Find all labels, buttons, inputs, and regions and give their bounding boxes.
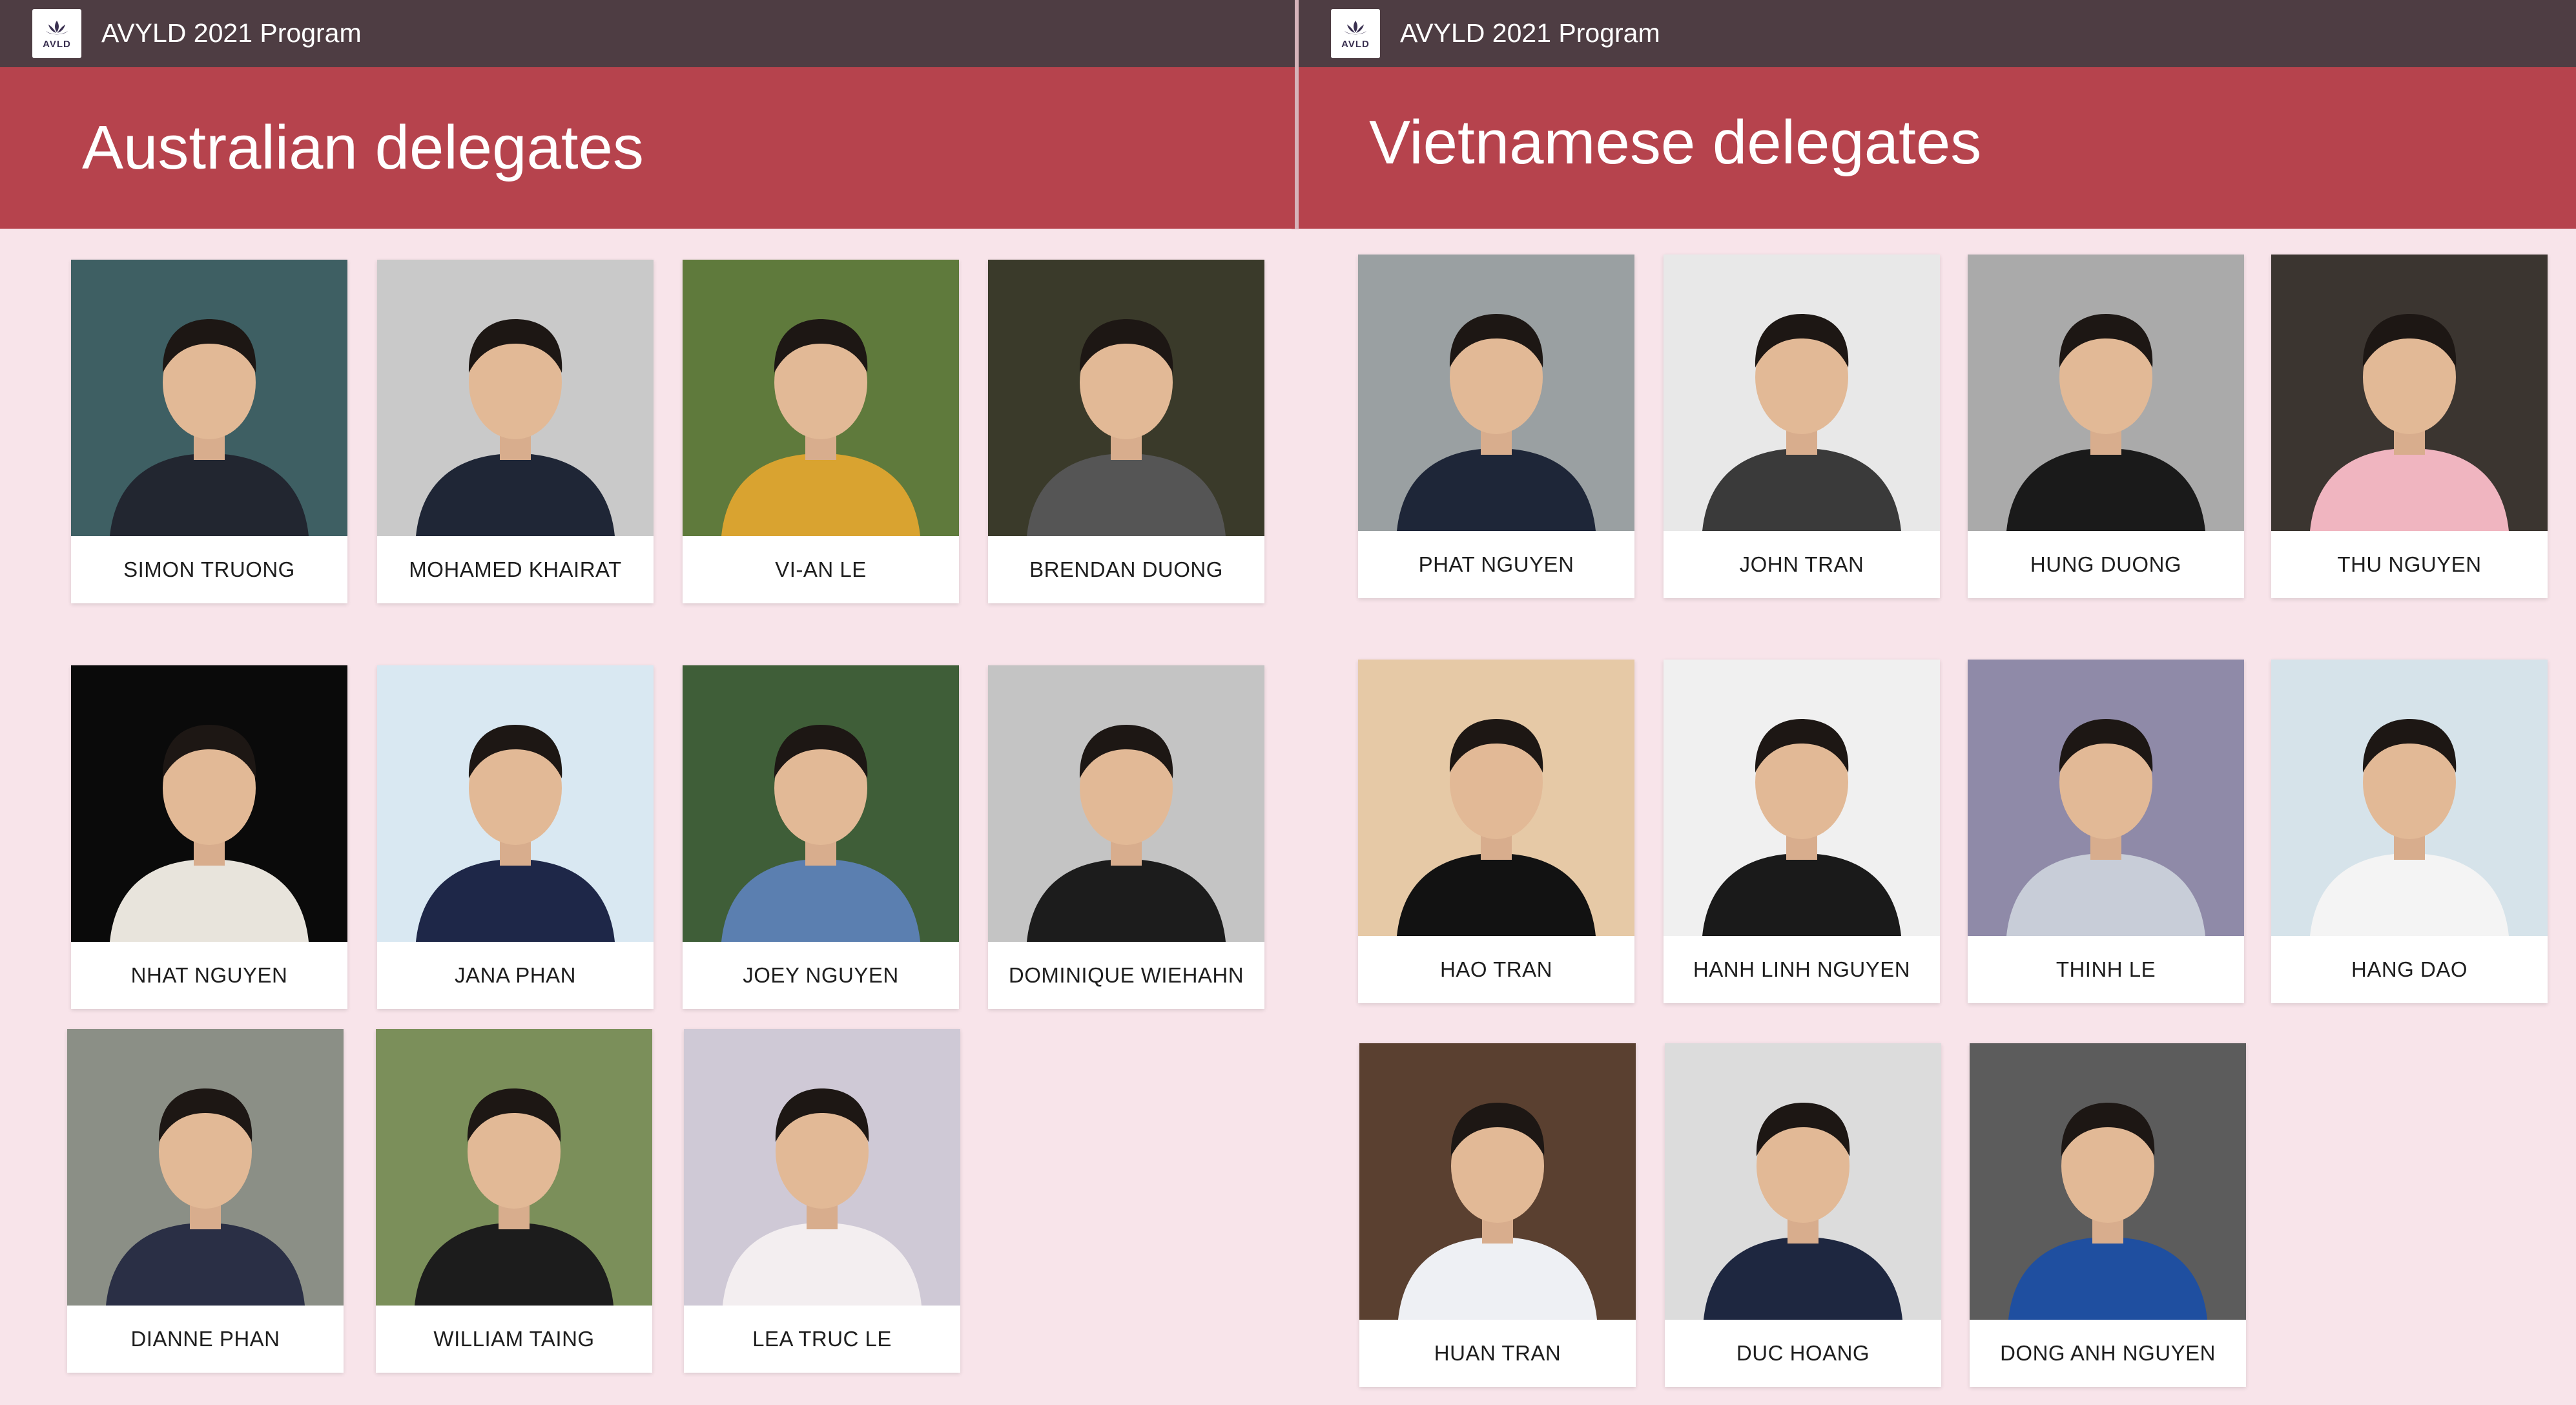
delegate-photo[interactable] [377, 665, 654, 942]
delegate-card[interactable]: HUNG DUONG [1968, 255, 2244, 598]
australian-delegates-panel: AVLD AVYLD 2021 Program Australian deleg… [0, 0, 1295, 1405]
delegate-photo[interactable] [1664, 660, 1940, 936]
delegate-name: JOHN TRAN [1739, 552, 1864, 576]
delegate-photo[interactable] [988, 260, 1264, 536]
delegate-name: LEA TRUC LE [752, 1327, 892, 1351]
app-title: AVYLD 2021 Program [1400, 18, 1660, 48]
delegate-photo[interactable] [1664, 255, 1940, 531]
delegate-card[interactable]: WILLIAM TAING [376, 1029, 652, 1373]
delegate-name: BRENDAN DUONG [1029, 557, 1223, 581]
delegate-name: DUC HOANG [1736, 1341, 1870, 1365]
delegate-card[interactable]: JOHN TRAN [1664, 255, 1940, 598]
delegate-card[interactable]: THU NGUYEN [2271, 255, 2548, 598]
delegate-card[interactable]: HUAN TRAN [1359, 1043, 1636, 1387]
delegate-card[interactable]: HAO TRAN [1358, 660, 1634, 1003]
lotus-icon [1345, 20, 1366, 34]
delegate-photo[interactable] [2271, 660, 2548, 936]
delegate-name: JOEY NGUYEN [743, 963, 899, 987]
delegate-card[interactable]: PHAT NGUYEN [1358, 255, 1634, 598]
delegate-name: THU NGUYEN [2337, 552, 2482, 576]
delegate-photo[interactable] [1665, 1043, 1941, 1320]
delegate-photo[interactable] [683, 665, 959, 942]
delegate-photo[interactable] [1358, 255, 1634, 531]
delegate-photo[interactable] [988, 665, 1264, 942]
delegate-photo[interactable] [71, 665, 347, 942]
delegate-card[interactable]: SIMON TRUONG [71, 260, 347, 603]
delegate-name: PHAT NGUYEN [1418, 552, 1574, 576]
delegate-card[interactable]: MOHAMED KHAIRAT [377, 260, 654, 603]
delegate-name: DOMINIQUE WIEHAHN [1008, 963, 1244, 987]
delegate-card[interactable]: JOEY NGUYEN [683, 665, 959, 1009]
delegate-name: HUAN TRAN [1434, 1341, 1561, 1365]
logo-text: AVLD [1341, 38, 1370, 50]
delegate-card[interactable]: DIANNE PHAN [67, 1029, 344, 1373]
delegate-name: VI-AN LE [775, 557, 867, 581]
logo-text: AVLD [43, 38, 71, 50]
delegate-photo[interactable] [684, 1029, 960, 1306]
delegate-name: HANH LINH NGUYEN [1693, 957, 1911, 981]
delegate-card[interactable]: NHAT NGUYEN [71, 665, 347, 1009]
app-top-bar: AVLD AVYLD 2021 Program [0, 0, 1295, 67]
delegate-name: JANA PHAN [455, 963, 576, 987]
delegate-card[interactable]: VI-AN LE [683, 260, 959, 603]
delegate-photo[interactable] [67, 1029, 344, 1306]
delegate-name: WILLIAM TAING [433, 1327, 595, 1351]
delegate-photo[interactable] [1970, 1043, 2246, 1320]
delegate-photo[interactable] [1358, 660, 1634, 936]
delegate-photo[interactable] [683, 260, 959, 536]
section-banner: Australian delegates [0, 67, 1295, 229]
delegate-name: DONG ANH NGUYEN [2000, 1341, 2216, 1365]
delegate-card[interactable]: DONG ANH NGUYEN [1970, 1043, 2246, 1387]
app-title: AVYLD 2021 Program [101, 18, 362, 48]
delegate-photo[interactable] [1968, 255, 2244, 531]
delegate-card[interactable]: LEA TRUC LE [684, 1029, 960, 1373]
delegate-photo[interactable] [1968, 660, 2244, 936]
delegate-name: THINH LE [2056, 957, 2156, 981]
section-heading: Australian delegates [82, 113, 644, 182]
lotus-icon [46, 20, 68, 34]
delegate-photo[interactable] [1359, 1043, 1636, 1320]
delegate-name: NHAT NGUYEN [130, 963, 288, 987]
delegate-name: MOHAMED KHAIRAT [409, 557, 622, 581]
app-top-bar: AVLD AVYLD 2021 Program [1299, 0, 2576, 67]
section-banner: Vietnamese delegates [1299, 67, 2576, 229]
delegate-card[interactable]: DOMINIQUE WIEHAHN [988, 665, 1264, 1009]
avld-logo[interactable]: AVLD [1331, 9, 1380, 58]
delegate-card[interactable]: HANH LINH NGUYEN [1664, 660, 1940, 1003]
vietnamese-delegates-panel: AVLD AVYLD 2021 Program Vietnamese deleg… [1299, 0, 2576, 1405]
delegate-card[interactable]: THINH LE [1968, 660, 2244, 1003]
delegate-name: SIMON TRUONG [123, 557, 295, 581]
delegate-photo[interactable] [2271, 255, 2548, 531]
delegate-name: HAO TRAN [1440, 957, 1552, 981]
delegate-card[interactable]: BRENDAN DUONG [988, 260, 1264, 603]
delegate-photo[interactable] [376, 1029, 652, 1306]
section-heading: Vietnamese delegates [1369, 108, 1982, 177]
delegate-photo[interactable] [71, 260, 347, 536]
delegate-card[interactable]: JANA PHAN [377, 665, 654, 1009]
delegate-card[interactable]: DUC HOANG [1665, 1043, 1941, 1387]
delegate-name: HANG DAO [2351, 957, 2468, 981]
delegate-name: HUNG DUONG [2030, 552, 2182, 576]
delegate-photo[interactable] [377, 260, 654, 536]
avld-logo[interactable]: AVLD [32, 9, 81, 58]
delegate-card[interactable]: HANG DAO [2271, 660, 2548, 1003]
delegate-name: DIANNE PHAN [130, 1327, 280, 1351]
